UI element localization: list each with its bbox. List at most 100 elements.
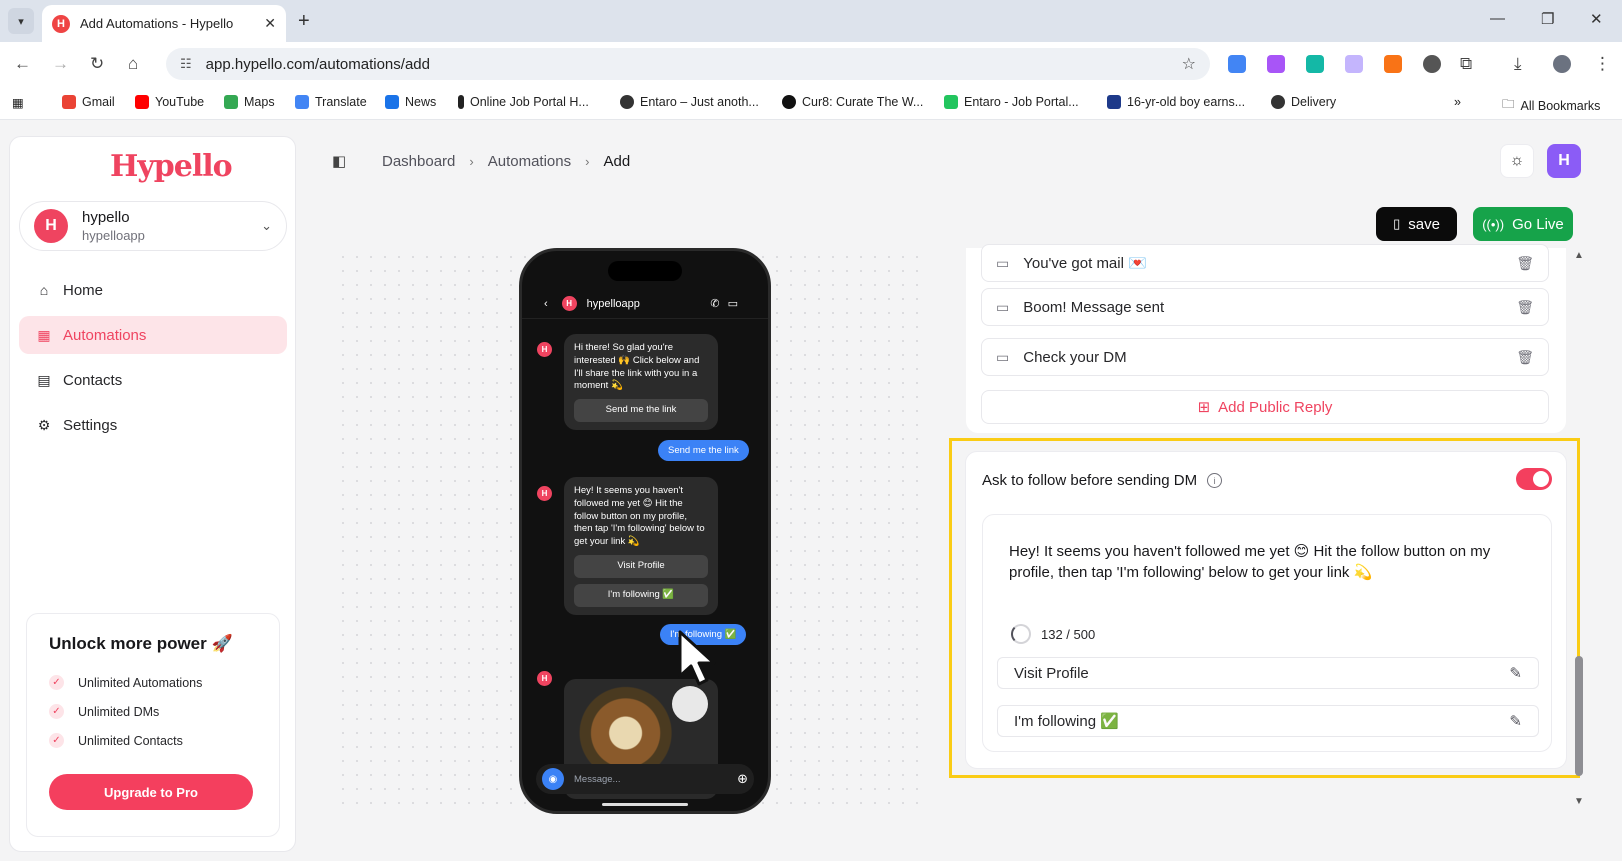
translate-extension-icon[interactable] (1228, 55, 1246, 73)
theme-toggle-button[interactable]: ☼ (1500, 144, 1534, 178)
phone-notch (608, 261, 682, 281)
download-icon[interactable]: ⤓ (1514, 54, 1522, 74)
public-reply-item[interactable]: ▭ Check your DM 🗑 (981, 338, 1549, 376)
breadcrumb-dashboard[interactable]: Dashboard (382, 153, 455, 170)
public-replies-panel: ▭ You've got mail 💌 🗑 ▭ Boom! Message se… (966, 244, 1566, 433)
scroll-up-icon[interactable]: ▲ (1574, 250, 1584, 261)
site-info-icon[interactable]: ☷ (180, 56, 192, 72)
follow-message-editor[interactable]: Hey! It seems you haven't followed me ye… (982, 514, 1552, 752)
info-icon[interactable]: i (1207, 473, 1223, 488)
sun-icon: ☼ (1509, 152, 1525, 169)
tab-title: Add Automations - Hypello (80, 16, 234, 31)
pencil-icon[interactable]: ✎ (1509, 664, 1522, 682)
save-button[interactable]: ▯ save (1376, 207, 1457, 241)
panel-scrollbar[interactable]: ▲ ▼ (1573, 250, 1585, 812)
bubble-button: Visit Profile (574, 555, 708, 578)
follow-gate-toggle[interactable] (1516, 468, 1552, 490)
bookmark-icon: ▯ (1393, 216, 1401, 231)
apps-icon[interactable]: ▦ (12, 95, 24, 110)
globe-icon (1271, 95, 1285, 109)
browser-tab[interactable]: H Add Automations - Hypello ✕ (42, 5, 286, 42)
forward-icon[interactable]: → (52, 54, 69, 74)
close-window-icon[interactable]: ✕ (1590, 10, 1603, 28)
new-tab-icon[interactable]: + (298, 10, 310, 33)
extensions-puzzle-icon[interactable]: ⧉ (1460, 54, 1472, 74)
bookmark-maps[interactable]: Maps (224, 95, 275, 109)
extension-icon[interactable] (1345, 55, 1363, 73)
follow-gate-title: Ask to follow before sending DM i (982, 472, 1223, 489)
broadcast-icon: ((•)) (1482, 216, 1505, 232)
restore-icon[interactable]: ❐ (1541, 10, 1554, 28)
trash-icon[interactable]: 🗑 (1516, 349, 1534, 366)
chat-username: hypelloapp (586, 297, 640, 310)
chat-bubble: Hi there! So glad you're interested 🙌 Cl… (564, 334, 718, 431)
bookmark-job-portal[interactable]: Online Job Portal H... (458, 95, 589, 109)
account-switcher[interactable]: H hypello hypelloapp ⌄ (19, 201, 287, 251)
bookmark-gmail[interactable]: Gmail (62, 95, 115, 109)
sent-message: Send me the link (658, 440, 749, 461)
account-name: hypello (82, 209, 130, 226)
add-public-reply-button[interactable]: ⊞ Add Public Reply (981, 390, 1549, 424)
sidebar-item-home[interactable]: ⌂ Home (19, 271, 287, 309)
m-icon (1107, 95, 1121, 109)
bookmark-entaro-job[interactable]: Entaro - Job Portal... (944, 95, 1079, 109)
home-page-icon[interactable]: ⌂ (128, 54, 138, 74)
message-placeholder: Message... (574, 773, 621, 785)
job-portal-icon (458, 95, 464, 109)
follow-button-visit-profile[interactable]: Visit Profile ✎ (997, 657, 1539, 689)
sidebar-item-automations[interactable]: ▦ Automations (19, 316, 287, 354)
extension-icon[interactable] (1423, 55, 1441, 73)
more-menu-icon[interactable]: ⋮ (1594, 54, 1611, 74)
character-counter: 132 / 500 (1011, 624, 1095, 644)
bookmark-translate[interactable]: Translate (295, 95, 367, 109)
tab-search-icon[interactable]: ▾ (8, 8, 34, 34)
plus-icon: ⊕ (737, 771, 748, 786)
profile-avatar[interactable] (1553, 55, 1571, 73)
globe-icon (620, 95, 634, 109)
public-reply-item[interactable]: ▭ Boom! Message sent 🗑 (981, 288, 1549, 326)
public-reply-item[interactable]: ▭ You've got mail 💌 🗑 (981, 244, 1549, 282)
url-field[interactable]: ☷ app.hypello.com/automations/add ☆ (166, 48, 1210, 80)
bookmark-star-icon[interactable]: ☆ (1182, 54, 1196, 74)
bookmark-entaro[interactable]: Entaro – Just anoth... (620, 95, 759, 109)
bookmark-youtube[interactable]: YouTube (135, 95, 204, 109)
user-avatar[interactable]: H (1547, 144, 1581, 178)
back-icon[interactable]: ← (14, 54, 31, 74)
all-bookmarks[interactable]: 🗀 All Bookmarks (1502, 95, 1600, 116)
bookmark-cur8[interactable]: Cur8: Curate The W... (782, 95, 923, 109)
go-live-button[interactable]: ((•)) Go Live (1473, 207, 1573, 241)
scroll-down-icon[interactable]: ▼ (1574, 796, 1584, 807)
scroll-thumb[interactable] (1575, 656, 1583, 776)
call-video-icons: ✆▭ (710, 298, 746, 310)
browser-tab-bar: ▾ H Add Automations - Hypello ✕ + — ❐ ✕ (0, 0, 1622, 42)
chat-header: ‹ H hypelloapp ✆▭ (522, 289, 768, 319)
extension-icon[interactable] (1267, 55, 1285, 73)
trash-icon[interactable]: 🗑 (1516, 255, 1534, 272)
metamask-icon[interactable] (1384, 55, 1402, 73)
reload-icon[interactable]: ↻ (90, 54, 104, 74)
chat-bubble: Hey! It seems you haven't followed me ye… (564, 477, 718, 615)
sidebar-item-settings[interactable]: ⚙ Settings (19, 406, 287, 444)
extension-icon[interactable] (1306, 55, 1324, 73)
toggle-sidebar-icon[interactable]: ◧ (332, 152, 346, 170)
breadcrumb-automations[interactable]: Automations (488, 153, 571, 170)
minimize-icon[interactable]: — (1490, 10, 1505, 27)
bookmark-delivery[interactable]: Delivery (1271, 95, 1336, 109)
close-tab-icon[interactable]: ✕ (264, 15, 276, 32)
sidebar-item-contacts[interactable]: ▤ Contacts (19, 361, 287, 399)
bookmark-article[interactable]: 16-yr-old boy earns... (1107, 95, 1245, 109)
bookmark-news[interactable]: News (385, 95, 436, 109)
promo-feature: ✓ Unlimited Contacts (49, 726, 257, 755)
more-bookmarks-icon[interactable]: » (1454, 95, 1461, 109)
comment-icon: ▭ (996, 254, 1010, 271)
maps-icon (224, 95, 238, 109)
pencil-icon[interactable]: ✎ (1509, 712, 1522, 730)
follow-message-text[interactable]: Hey! It seems you haven't followed me ye… (1009, 541, 1529, 583)
cur8-icon (782, 95, 796, 109)
promo-feature: ✓ Unlimited Automations (49, 668, 257, 697)
mouse-cursor-icon (678, 630, 716, 686)
follow-button-im-following[interactable]: I'm following ✅ ✎ (997, 705, 1539, 737)
upgrade-to-pro-button[interactable]: Upgrade to Pro (49, 774, 253, 810)
hypello-logo[interactable]: Hypello (110, 149, 233, 184)
trash-icon[interactable]: 🗑 (1516, 299, 1534, 316)
